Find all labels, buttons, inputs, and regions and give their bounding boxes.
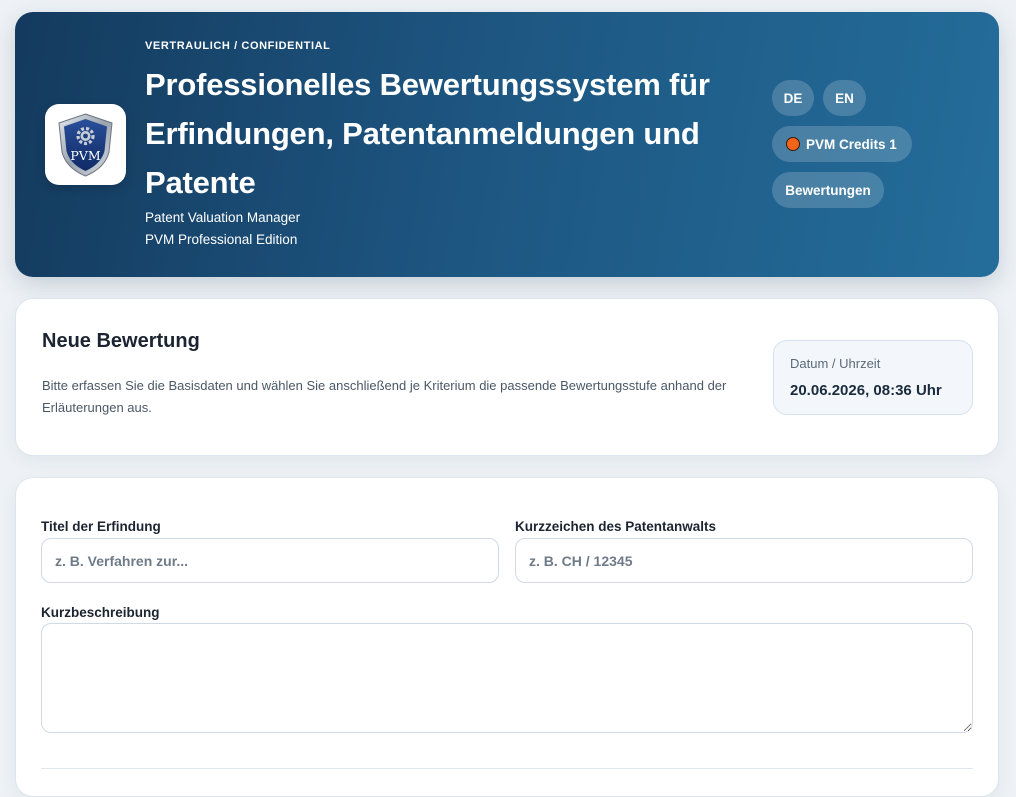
section-description: Bitte erfassen Sie die Basisdaten und wä… [42, 378, 727, 415]
edition-name: PVM Professional Edition [145, 232, 298, 247]
datetime-value: 20.06.2026, 08:36 Uhr [790, 382, 942, 399]
datetime-label: Datum / Uhrzeit [790, 356, 881, 371]
language-en-button[interactable]: EN [823, 80, 866, 116]
shield-logo-icon: PVM [58, 113, 113, 177]
language-de-button[interactable]: DE [772, 80, 814, 116]
short-description-textarea[interactable] [41, 623, 973, 733]
invention-title-label: Titel der Erfindung [41, 519, 161, 534]
logo-wordmark: PVM [70, 148, 100, 163]
credits-badge[interactable]: PVM Credits 1 [772, 126, 912, 162]
confidential-label: VERTRAULICH / CONFIDENTIAL [145, 40, 331, 52]
attorney-ref-label: Kurzzeichen des Patentanwalts [515, 519, 717, 534]
short-description-label: Kurzbeschreibung [41, 605, 160, 620]
base-data-form: Titel der Erfindung Kurzzeichen des Pate… [15, 477, 999, 797]
credits-label: PVM Credits 1 [806, 136, 897, 152]
credit-coin-icon [786, 137, 800, 151]
section-divider [41, 768, 973, 769]
attorney-ref-input[interactable] [515, 538, 973, 583]
page-title: Professionelles Bewertungssystem für Erf… [145, 67, 710, 200]
app-logo: PVM [45, 104, 126, 185]
evaluations-button[interactable]: Bewertungen [772, 172, 884, 208]
new-evaluation-card: Neue Bewertung Bitte erfassen Sie die Ba… [15, 298, 999, 456]
datetime-box: Datum / Uhrzeit 20.06.2026, 08:36 Uhr [773, 340, 973, 415]
product-name: Patent Valuation Manager [145, 210, 301, 225]
invention-title-input[interactable] [41, 538, 499, 583]
app-header: PVM VERTRAULICH / CONFIDENTIAL Professio… [15, 12, 999, 277]
section-title: Neue Bewertung [42, 330, 200, 352]
